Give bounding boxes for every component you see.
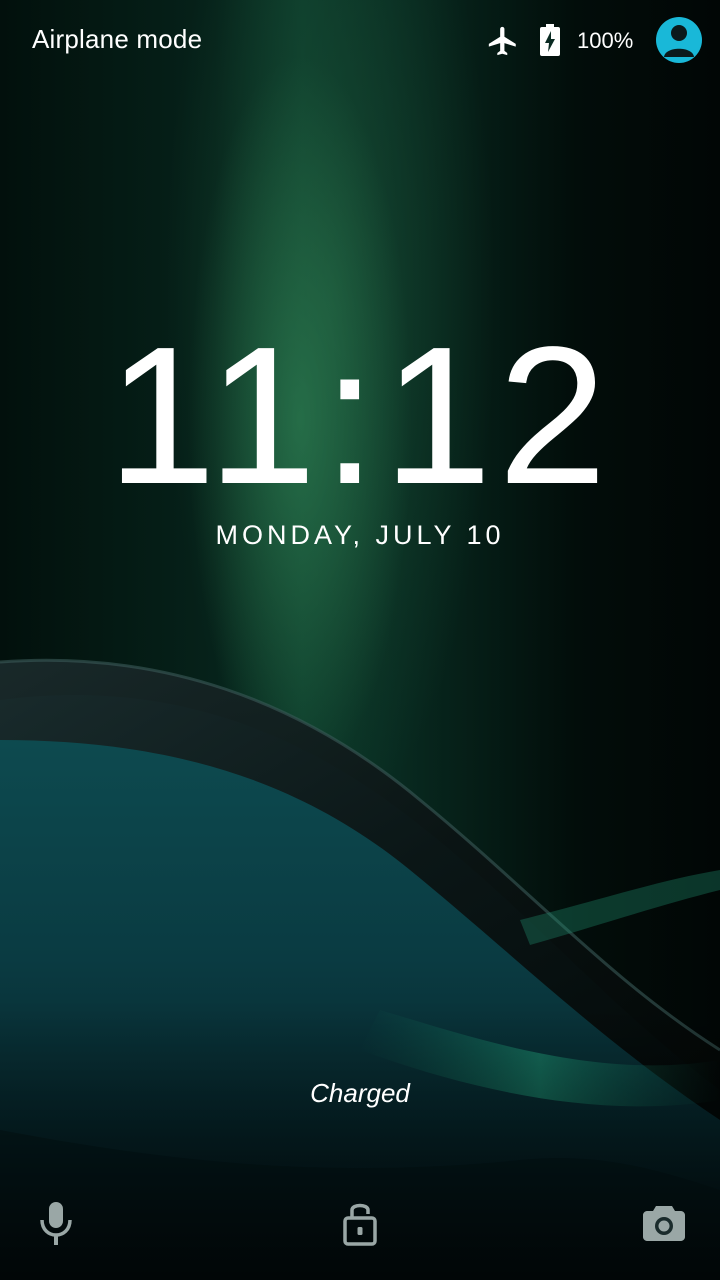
microphone-icon[interactable] <box>36 1198 76 1248</box>
lock-date: MONDAY, JULY 10 <box>215 520 505 550</box>
airplane-icon <box>488 26 516 56</box>
user-avatar-icon[interactable] <box>656 17 702 63</box>
camera-icon[interactable] <box>640 1200 688 1244</box>
charge-status: Charged <box>310 1078 410 1108</box>
lock-clock: 11:12 <box>107 306 613 525</box>
airplane-mode-label: Airplane mode <box>32 24 203 54</box>
person-icon <box>664 25 694 57</box>
battery-percent: 100% <box>577 28 634 53</box>
battery-charging-icon <box>540 24 560 56</box>
lock-screen[interactable]: Airplane mode 100% 11:12 MONDAY, JULY 10… <box>0 0 720 1280</box>
unlock-icon[interactable] <box>340 1198 380 1248</box>
status-bar[interactable]: Airplane mode 100% <box>0 0 720 84</box>
